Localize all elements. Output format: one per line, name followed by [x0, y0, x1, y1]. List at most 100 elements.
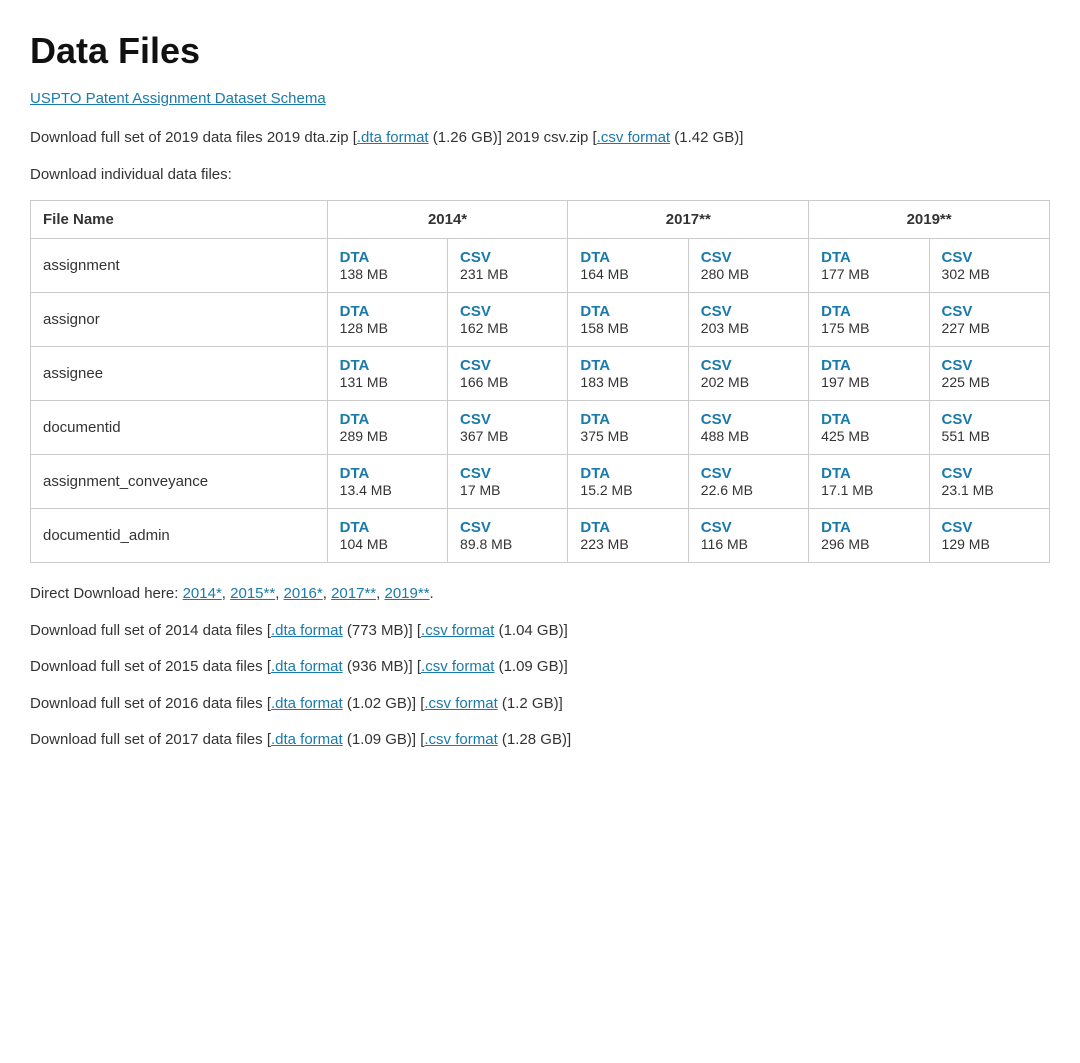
file-size-label: 104 MB	[340, 536, 435, 552]
bulk-dta-link-2[interactable]: .dta format	[271, 695, 343, 712]
file-link-assignee-2019-csv[interactable]: CSV	[942, 357, 1037, 374]
table-row: assignment_conveyanceDTA13.4 MBCSV17 MBD…	[31, 455, 1050, 509]
file-link-assignor-2014-csv[interactable]: CSV	[460, 303, 555, 320]
bulk-dta-link-1[interactable]: .dta format	[271, 658, 343, 675]
file-link-assignee-2014-csv[interactable]: CSV	[460, 357, 555, 374]
bulk-csv-link-3[interactable]: .csv format	[424, 731, 497, 748]
file-link-assignment_conveyance-2017-dta[interactable]: DTA	[580, 465, 675, 482]
file-link-assignor-2017-csv[interactable]: CSV	[701, 303, 796, 320]
file-size-label: 116 MB	[701, 536, 796, 552]
bulk-download-line-2: Download full set of 2016 data files [.d…	[30, 693, 1050, 716]
direct-download-line: Direct Download here: 2014*, 2015**, 201…	[30, 583, 1050, 606]
file-size-label: 89.8 MB	[460, 536, 555, 552]
file-link-assignee-2014-dta[interactable]: DTA	[340, 357, 435, 374]
file-cell-2014-dta: DTA131 MB	[327, 347, 447, 401]
bulk-csv-link-2[interactable]: .csv format	[424, 695, 497, 712]
file-size-label: 551 MB	[942, 428, 1037, 444]
file-link-assignor-2017-dta[interactable]: DTA	[580, 303, 675, 320]
file-link-documentid_admin-2014-csv[interactable]: CSV	[460, 519, 555, 536]
bulk-dta-link-0[interactable]: .dta format	[271, 622, 343, 639]
dta-format-link-2019-top[interactable]: .dta format	[357, 129, 429, 146]
bulk-dta-link-3[interactable]: .dta format	[271, 731, 343, 748]
file-link-assignment_conveyance-2017-csv[interactable]: CSV	[701, 465, 796, 482]
bulk-download-line-0: Download full set of 2014 data files [.d…	[30, 620, 1050, 643]
file-size-label: 183 MB	[580, 374, 675, 390]
table-header-row: File Name 2014* 2017** 2019**	[31, 201, 1050, 239]
file-link-assignment-2017-csv[interactable]: CSV	[701, 249, 796, 266]
file-size-label: 367 MB	[460, 428, 555, 444]
file-size-label: 296 MB	[821, 536, 916, 552]
file-link-documentid-2014-dta[interactable]: DTA	[340, 411, 435, 428]
col-2014: 2014*	[327, 201, 568, 239]
file-cell-2014-dta: DTA289 MB	[327, 401, 447, 455]
file-size-label: 302 MB	[942, 266, 1037, 282]
bulk-download-line-1: Download full set of 2015 data files [.d…	[30, 656, 1050, 679]
file-link-assignee-2019-dta[interactable]: DTA	[821, 357, 916, 374]
file-link-assignment-2014-dta[interactable]: DTA	[340, 249, 435, 266]
csv-format-link-2019-top[interactable]: .csv format	[597, 129, 670, 146]
file-link-assignment_conveyance-2019-dta[interactable]: DTA	[821, 465, 916, 482]
file-cell-2019-csv: CSV23.1 MB	[929, 455, 1049, 509]
file-size-label: 17 MB	[460, 482, 555, 498]
file-cell-2019-dta: DTA425 MB	[809, 401, 929, 455]
file-cell-2017-csv: CSV488 MB	[688, 401, 808, 455]
bulk-csv-link-0[interactable]: .csv format	[421, 622, 494, 639]
file-link-assignee-2017-csv[interactable]: CSV	[701, 357, 796, 374]
file-name-cell: assignment_conveyance	[31, 455, 328, 509]
direct-link-2019[interactable]: 2019**	[384, 585, 429, 602]
file-link-documentid-2017-csv[interactable]: CSV	[701, 411, 796, 428]
file-link-documentid_admin-2017-dta[interactable]: DTA	[580, 519, 675, 536]
file-size-label: 223 MB	[580, 536, 675, 552]
file-link-documentid_admin-2014-dta[interactable]: DTA	[340, 519, 435, 536]
table-row: assignmentDTA138 MBCSV231 MBDTA164 MBCSV…	[31, 239, 1050, 293]
file-cell-2014-dta: DTA104 MB	[327, 509, 447, 563]
file-name-cell: assignment	[31, 239, 328, 293]
file-size-label: 202 MB	[701, 374, 796, 390]
file-name-cell: documentid	[31, 401, 328, 455]
direct-link-2017[interactable]: 2017**	[331, 585, 376, 602]
direct-link-2016[interactable]: 2016*	[284, 585, 323, 602]
bulk-csv-link-1[interactable]: .csv format	[421, 658, 494, 675]
file-link-assignor-2014-dta[interactable]: DTA	[340, 303, 435, 320]
file-link-documentid_admin-2017-csv[interactable]: CSV	[701, 519, 796, 536]
file-cell-2019-csv: CSV227 MB	[929, 293, 1049, 347]
file-link-documentid_admin-2019-csv[interactable]: CSV	[942, 519, 1037, 536]
file-size-label: 177 MB	[821, 266, 916, 282]
file-link-documentid-2014-csv[interactable]: CSV	[460, 411, 555, 428]
direct-link-2014[interactable]: 2014*	[183, 585, 222, 602]
bulk-downloads-section: Download full set of 2014 data files [.d…	[30, 620, 1050, 752]
file-size-label: 23.1 MB	[942, 482, 1037, 498]
table-row: documentid_adminDTA104 MBCSV89.8 MBDTA22…	[31, 509, 1050, 563]
file-link-assignment_conveyance-2014-csv[interactable]: CSV	[460, 465, 555, 482]
file-link-documentid-2019-dta[interactable]: DTA	[821, 411, 916, 428]
file-link-assignment-2019-dta[interactable]: DTA	[821, 249, 916, 266]
file-link-documentid-2019-csv[interactable]: CSV	[942, 411, 1037, 428]
file-cell-2017-dta: DTA158 MB	[568, 293, 688, 347]
file-link-assignee-2017-dta[interactable]: DTA	[580, 357, 675, 374]
file-link-assignment-2014-csv[interactable]: CSV	[460, 249, 555, 266]
file-link-assignment-2019-csv[interactable]: CSV	[942, 249, 1037, 266]
file-link-assignor-2019-dta[interactable]: DTA	[821, 303, 916, 320]
file-link-assignment_conveyance-2019-csv[interactable]: CSV	[942, 465, 1037, 482]
file-size-label: 131 MB	[340, 374, 435, 390]
file-link-documentid_admin-2019-dta[interactable]: DTA	[821, 519, 916, 536]
file-cell-2019-csv: CSV551 MB	[929, 401, 1049, 455]
file-link-documentid-2017-dta[interactable]: DTA	[580, 411, 675, 428]
file-link-assignment_conveyance-2014-dta[interactable]: DTA	[340, 465, 435, 482]
page-title: Data Files	[30, 30, 1050, 72]
file-cell-2017-dta: DTA15.2 MB	[568, 455, 688, 509]
file-cell-2019-dta: DTA296 MB	[809, 509, 929, 563]
schema-link[interactable]: USPTO Patent Assignment Dataset Schema	[30, 90, 326, 107]
file-link-assignment-2017-dta[interactable]: DTA	[580, 249, 675, 266]
direct-link-2015[interactable]: 2015**	[230, 585, 275, 602]
file-size-label: 197 MB	[821, 374, 916, 390]
file-size-label: 13.4 MB	[340, 482, 435, 498]
file-cell-2014-dta: DTA13.4 MB	[327, 455, 447, 509]
file-cell-2014-csv: CSV162 MB	[448, 293, 568, 347]
file-size-label: 164 MB	[580, 266, 675, 282]
file-cell-2017-csv: CSV202 MB	[688, 347, 808, 401]
file-size-label: 203 MB	[701, 320, 796, 336]
individual-label: Download individual data files:	[30, 164, 1050, 187]
file-size-label: 22.6 MB	[701, 482, 796, 498]
file-link-assignor-2019-csv[interactable]: CSV	[942, 303, 1037, 320]
